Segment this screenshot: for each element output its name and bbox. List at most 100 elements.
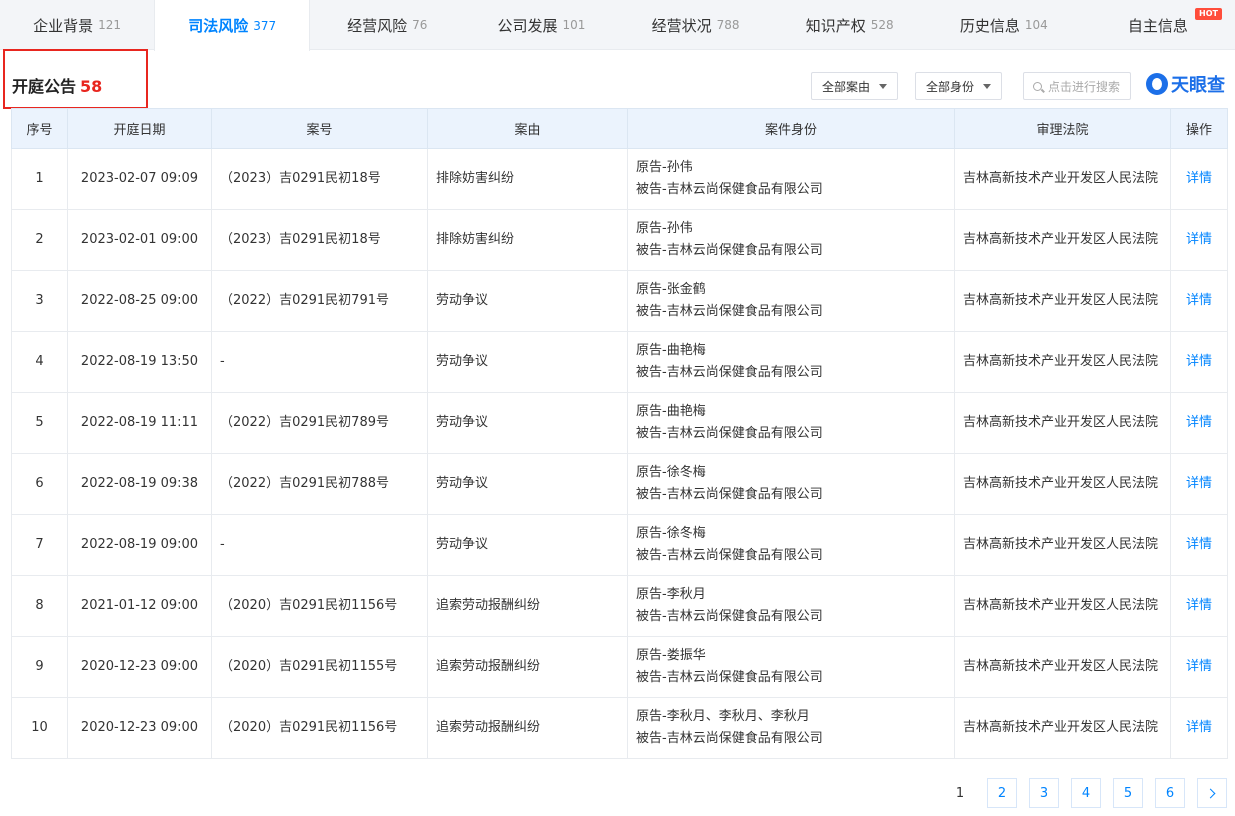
defendant: 被告-吉林云尚保健食品有限公司 xyxy=(636,243,823,258)
details-link[interactable]: 详情 xyxy=(1170,636,1228,698)
case-parties: 原告-曲艳梅 被告-吉林云尚保健食品有限公司 xyxy=(627,392,955,454)
case-reason: 劳动争议 xyxy=(427,270,628,332)
row-number: 9 xyxy=(11,636,68,698)
column-header: 序号 xyxy=(11,108,68,149)
details-link[interactable]: 详情 xyxy=(1170,331,1228,393)
case-parties: 原告-孙伟被告-吉林云尚保健食品有限公司 xyxy=(627,148,955,210)
identity-filter-dropdown[interactable]: 全部身份 xyxy=(915,72,1003,100)
tab-5[interactable]: 经营状况 788 xyxy=(619,0,773,50)
row-number: 6 xyxy=(11,453,68,515)
plaintiff: 原告-李秋月、李秋月、李秋月 xyxy=(636,709,810,724)
row-number: 2 xyxy=(11,209,68,271)
details-link[interactable]: 详情 xyxy=(1170,575,1228,637)
details-link[interactable]: 详情 xyxy=(1170,514,1228,576)
plaintiff: 原告-孙伟 xyxy=(636,160,693,175)
page-5[interactable]: 5 xyxy=(1113,778,1143,808)
court-name: 吉林高新技术产业开发区人民法院 xyxy=(954,209,1171,271)
details-link[interactable]: 详情 xyxy=(1170,148,1228,210)
tab-6[interactable]: 知识产权 528 xyxy=(773,0,927,50)
case-number: （2020）吉0291民初1156号 xyxy=(211,575,428,637)
case-number: - xyxy=(211,331,428,393)
case-number: （2023）吉0291民初18号 xyxy=(211,209,428,271)
tab-3[interactable]: 经营风险 76 xyxy=(310,0,464,50)
defendant: 被告-吉林云尚保健食品有限公司 xyxy=(636,548,823,563)
defendant: 被告-吉林云尚保健食品有限公司 xyxy=(636,365,823,380)
tab-8[interactable]: 自主信息 HOT xyxy=(1081,0,1235,50)
court-name: 吉林高新技术产业开发区人民法院 xyxy=(954,575,1171,637)
defendant: 被告-吉林云尚保健食品有限公司 xyxy=(636,182,823,197)
row-number: 5 xyxy=(11,392,68,454)
reason-filter-dropdown[interactable]: 全部案由 xyxy=(811,72,899,100)
case-reason: 追索劳动报酬纠纷 xyxy=(427,636,628,698)
plaintiff: 原告-徐冬梅 xyxy=(636,526,706,541)
next-page-button[interactable] xyxy=(1197,778,1227,808)
page-1: 1 xyxy=(945,778,975,808)
court-hearing-table: 序号 开庭日期 案号 案由 案件身份 审理法院 操作 1 2023-02-07 09:09 （2… xyxy=(11,108,1228,759)
hearing-date: 2022-08-19 09:00 xyxy=(67,514,212,576)
court-name: 吉林高新技术产业开发区人民法院 xyxy=(954,514,1171,576)
table-row: 7 2022-08-19 09:00- 劳动争议 原告-徐冬梅 被告-吉林云尚保健食品有… xyxy=(11,514,1228,576)
details-link[interactable]: 详情 xyxy=(1170,270,1228,332)
case-number: （2020）吉0291民初1156号 xyxy=(211,697,428,759)
page-6[interactable]: 6 xyxy=(1155,778,1185,808)
pagination: 123456 xyxy=(933,778,1227,808)
hearing-date: 2020-12-23 09:00 xyxy=(67,697,212,759)
chevron-right-icon xyxy=(1205,788,1216,798)
hot-badge: HOT xyxy=(1195,8,1222,20)
search-input[interactable]: 点击进行搜索 xyxy=(1023,72,1131,100)
section-title-text: 开庭公告 xyxy=(12,77,77,96)
hearing-date: 2023-02-01 09:00 xyxy=(67,209,212,271)
case-parties: 原告-张金鹤 被告-吉林云尚保健食品有限公司 xyxy=(627,270,955,332)
identity-filter-label: 全部身份 xyxy=(926,79,975,94)
case-reason: 劳动争议 xyxy=(427,453,628,515)
column-header: 开庭日期 xyxy=(67,108,212,149)
case-reason: 追索劳动报酬纠纷 xyxy=(427,575,628,637)
plaintiff: 原告-曲艳梅 xyxy=(636,343,706,358)
row-number: 7 xyxy=(11,514,68,576)
court-name: 吉林高新技术产业开发区人民法院 xyxy=(954,270,1171,332)
tab-label: 自主信息 xyxy=(1127,16,1188,35)
page-2[interactable]: 2 xyxy=(987,778,1017,808)
hearing-date: 2022-08-19 11:11 xyxy=(67,392,212,454)
tab-count: 377 xyxy=(253,18,277,33)
tianyancha-logo: 天眼查 xyxy=(1146,72,1225,96)
search-placeholder: 点击进行搜索 xyxy=(1048,79,1121,94)
tab-count: 788 xyxy=(716,18,740,32)
tab-2[interactable]: 司法风险 377 xyxy=(154,0,311,51)
column-header: 案由 xyxy=(427,108,628,149)
tab-4[interactable]: 公司发展 101 xyxy=(464,0,618,50)
details-link[interactable]: 详情 xyxy=(1170,697,1228,759)
hearing-date: 2022-08-25 09:00 xyxy=(67,270,212,332)
row-number: 3 xyxy=(11,270,68,332)
column-header: 审理法院 xyxy=(954,108,1171,149)
details-link[interactable]: 详情 xyxy=(1170,453,1228,515)
defendant: 被告-吉林云尚保健食品有限公司 xyxy=(636,670,823,685)
plaintiff: 原告-娄振华 xyxy=(636,648,706,663)
case-number: （2022）吉0291民初791号 xyxy=(211,270,428,332)
tab-bar: 企业背景 121 司法风险 377 经营风险 76 公司发展 101 经营状况 788 知识产权 52… xyxy=(0,0,1235,51)
case-reason: 劳动争议 xyxy=(427,331,628,393)
tab-label: 司法风险 xyxy=(188,17,249,35)
case-number: （2022）吉0291民初789号 xyxy=(211,392,428,454)
page-3[interactable]: 3 xyxy=(1029,778,1059,808)
case-number: （2023）吉0291民初18号 xyxy=(211,148,428,210)
tab-7[interactable]: 历史信息 104 xyxy=(927,0,1081,50)
plaintiff: 原告-徐冬梅 xyxy=(636,465,706,480)
details-link[interactable]: 详情 xyxy=(1170,392,1228,454)
defendant: 被告-吉林云尚保健食品有限公司 xyxy=(636,426,823,441)
hearing-date: 2022-08-19 13:50 xyxy=(67,331,212,393)
case-reason: 劳动争议 xyxy=(427,392,628,454)
caret-down-icon xyxy=(879,83,888,89)
table-row: 5 2022-08-19 11:11 （2022）吉0291民初789号 劳动争议 原告… xyxy=(11,392,1228,454)
details-link[interactable]: 详情 xyxy=(1170,209,1228,271)
case-number: （2022）吉0291民初788号 xyxy=(211,453,428,515)
tab-count: 101 xyxy=(562,18,586,32)
table-header-row: 序号 开庭日期 案号 案由 案件身份 审理法院 操作 xyxy=(11,108,1228,149)
page-4[interactable]: 4 xyxy=(1071,778,1101,808)
tab-1[interactable]: 企业背景 121 xyxy=(0,0,154,50)
row-number: 4 xyxy=(11,331,68,393)
tab-count: 121 xyxy=(98,18,122,32)
table-row: 10 2020-12-23 09:00 （2020）吉0291民初1156号 追索劳动… xyxy=(11,697,1228,759)
tab-count: 76 xyxy=(412,18,428,32)
table-row: 9 2020-12-23 09:00 （2020）吉0291民初1155号 追索劳动报… xyxy=(11,636,1228,698)
